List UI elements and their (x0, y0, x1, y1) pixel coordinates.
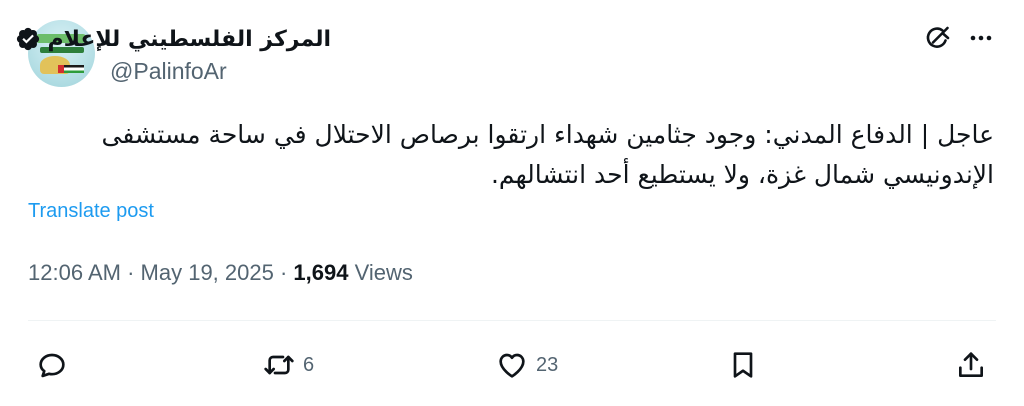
tweet-text: عاجل | الدفاع المدني: وجود جثامين شهداء … (101, 120, 994, 189)
bookmark-button[interactable] (727, 345, 759, 385)
bookmark-icon (733, 352, 753, 378)
translate-post-link[interactable]: Translate post (28, 200, 154, 223)
tweet-meta: 12:06 AM · May 19, 2025 · 1,694 Views (28, 260, 413, 286)
like-icon (499, 353, 525, 378)
share-icon (959, 352, 983, 377)
action-bar: 6 23 (0, 345, 1024, 385)
views-label: Views (354, 260, 413, 285)
views-count: 1,694 (293, 260, 349, 285)
meta-separator: · (279, 260, 288, 285)
grok-icon[interactable] (922, 22, 954, 54)
author-name-row[interactable]: المركز الفلسطيني للإعلام (15, 22, 331, 56)
divider (28, 320, 996, 321)
retweet-icon (264, 355, 294, 375)
like-button[interactable]: 23 (496, 345, 558, 385)
share-button[interactable] (955, 345, 987, 385)
avatar-flag-shape (58, 65, 84, 73)
author-display-name[interactable]: المركز الفلسطيني للإعلام (47, 27, 331, 52)
tweet-time[interactable]: 12:06 AM (28, 260, 121, 285)
author-handle[interactable]: @PalinfoAr (110, 58, 227, 85)
reply-button[interactable] (36, 345, 76, 385)
verified-badge-icon (17, 27, 40, 51)
meta-separator: · (127, 260, 135, 285)
reply-icon (39, 353, 65, 378)
tweet-date[interactable]: May 19, 2025 (141, 260, 274, 285)
like-count: 23 (536, 353, 559, 376)
retweet-button[interactable]: 6 (263, 345, 314, 385)
more-icon[interactable] (965, 22, 997, 54)
retweet-count: 6 (303, 353, 315, 376)
